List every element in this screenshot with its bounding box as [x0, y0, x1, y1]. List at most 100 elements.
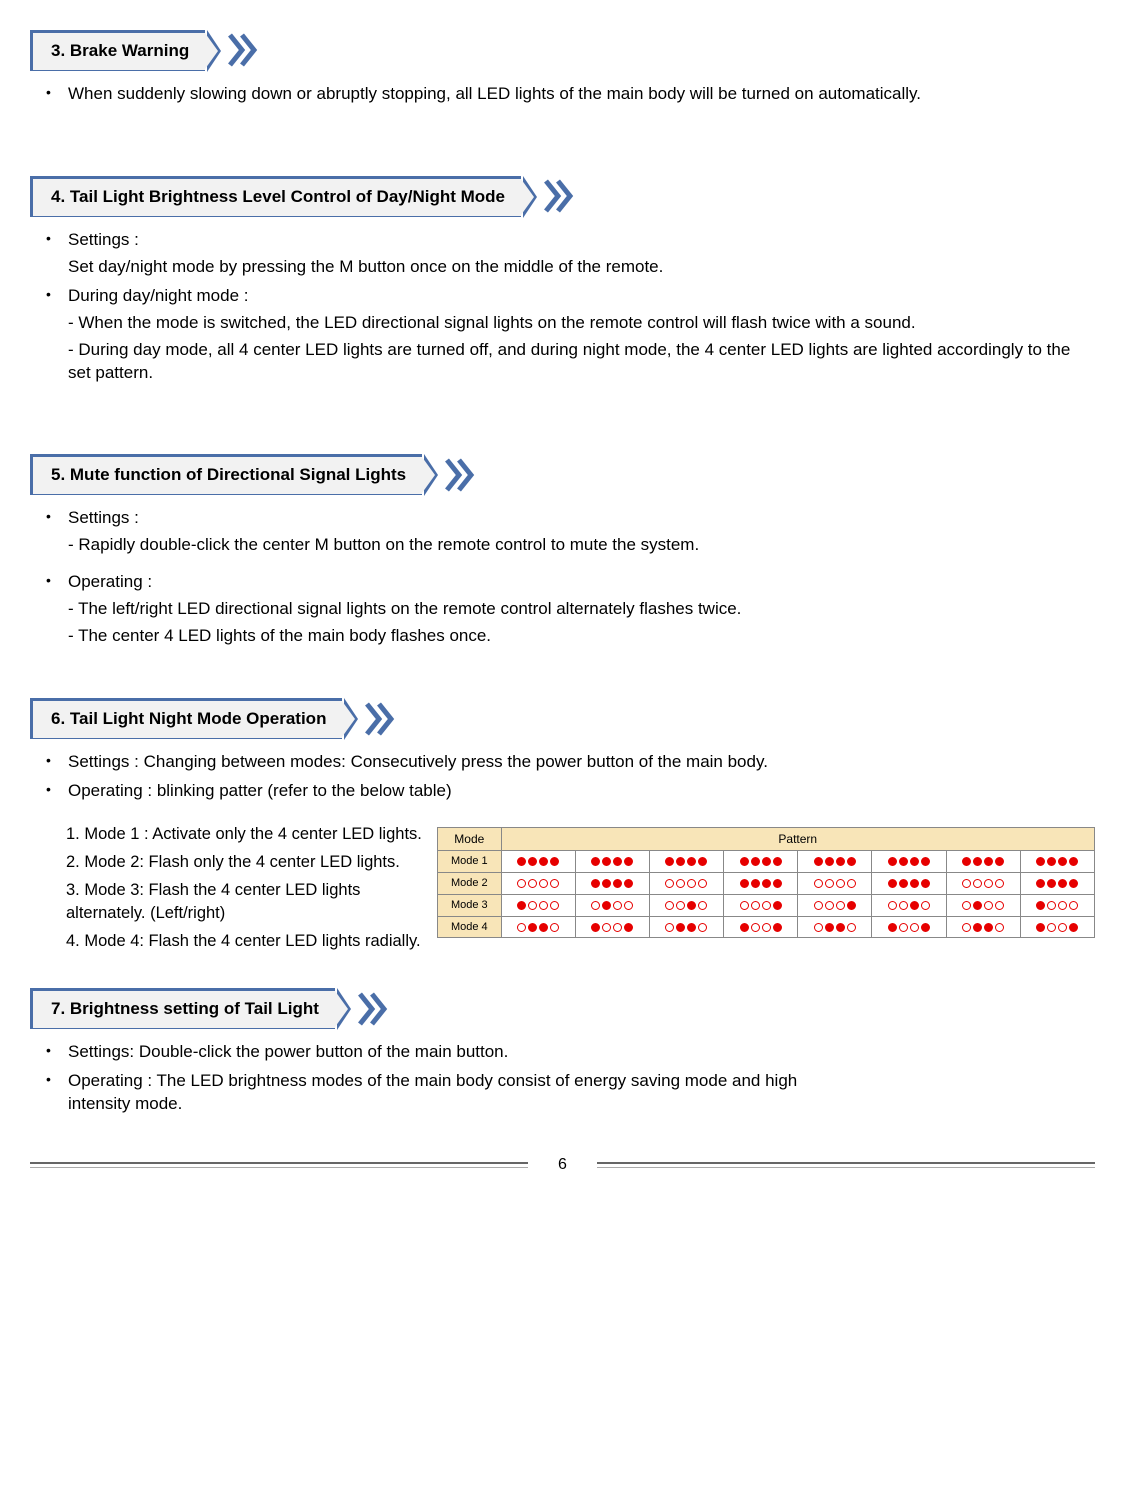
led-on-icon [888, 879, 897, 888]
led-off-icon [888, 901, 897, 910]
led-off-icon [962, 901, 971, 910]
led-on-icon [1036, 857, 1045, 866]
pattern-cell [501, 916, 575, 938]
pattern-cell [575, 894, 649, 916]
section-3-bullets: When suddenly slowing down or abruptly s… [30, 83, 1095, 106]
led-on-icon [847, 857, 856, 866]
led-on-icon [613, 857, 622, 866]
section-6-header: 6. Tail Light Night Mode Operation [30, 698, 1095, 739]
led-off-icon [517, 879, 526, 888]
led-off-icon [836, 901, 845, 910]
pattern-cell [649, 894, 723, 916]
led-on-icon [910, 857, 919, 866]
led-on-icon [517, 901, 526, 910]
led-off-icon [962, 923, 971, 932]
led-on-icon [847, 901, 856, 910]
led-on-icon [676, 857, 685, 866]
pattern-cell [1020, 851, 1094, 873]
led-off-icon [550, 879, 559, 888]
led-off-icon [539, 879, 548, 888]
led-on-icon [773, 923, 782, 932]
pattern-cell [946, 851, 1020, 873]
led-off-icon [665, 879, 674, 888]
led-on-icon [550, 857, 559, 866]
led-on-icon [591, 923, 600, 932]
led-off-icon [528, 901, 537, 910]
led-off-icon [825, 901, 834, 910]
led-off-icon [698, 901, 707, 910]
page-number: 6 [528, 1154, 597, 1176]
led-off-icon [1058, 923, 1067, 932]
led-off-icon [676, 879, 685, 888]
bullet-item: Operating : - The left/right LED directi… [68, 571, 1095, 648]
pattern-cell [649, 872, 723, 894]
section-5-header: 5. Mute function of Directional Signal L… [30, 454, 1095, 495]
led-off-icon [698, 923, 707, 932]
led-on-icon [910, 901, 919, 910]
chevron-icon [357, 991, 393, 1027]
led-off-icon [836, 879, 845, 888]
pattern-cell [649, 916, 723, 938]
led-off-icon [1047, 901, 1056, 910]
led-off-icon [591, 901, 600, 910]
led-on-icon [762, 879, 771, 888]
bullet-text: Operating : blinking patter (refer to th… [68, 780, 1095, 803]
led-on-icon [773, 901, 782, 910]
led-on-icon [984, 857, 993, 866]
bullet-head: Settings : [68, 508, 139, 527]
mode-label: Mode 3 [438, 894, 501, 916]
led-off-icon [995, 879, 1004, 888]
led-on-icon [624, 879, 633, 888]
led-on-icon [1036, 923, 1045, 932]
led-off-icon [847, 879, 856, 888]
led-on-icon [591, 879, 600, 888]
led-on-icon [698, 857, 707, 866]
led-on-icon [1058, 857, 1067, 866]
led-off-icon [762, 901, 771, 910]
bullet-head: During day/night mode : [68, 286, 249, 305]
pattern-cell [1020, 916, 1094, 938]
led-off-icon [762, 923, 771, 932]
led-on-icon [973, 857, 982, 866]
led-off-icon [962, 879, 971, 888]
chevron-icon [364, 701, 400, 737]
pattern-cell [724, 851, 798, 873]
led-off-icon [984, 879, 993, 888]
section-5-bullets: Settings : - Rapidly double-click the ce… [30, 507, 1095, 648]
led-on-icon [899, 857, 908, 866]
led-on-icon [814, 857, 823, 866]
led-on-icon [740, 879, 749, 888]
pattern-cell [872, 894, 946, 916]
pattern-cell [575, 916, 649, 938]
led-off-icon [1058, 901, 1067, 910]
led-on-icon [1069, 857, 1078, 866]
led-on-icon [624, 923, 633, 932]
led-on-icon [740, 923, 749, 932]
led-on-icon [1036, 901, 1045, 910]
pattern-cell [649, 851, 723, 873]
section-7-bullets: Settings: Double-click the power button … [30, 1041, 1095, 1116]
led-on-icon [888, 923, 897, 932]
pattern-table: Mode Pattern Mode 1Mode 2Mode 3Mode 4 [437, 827, 1095, 939]
led-on-icon [921, 923, 930, 932]
led-on-icon [973, 923, 982, 932]
led-on-icon [602, 857, 611, 866]
chevron-icon [227, 32, 263, 68]
led-off-icon [825, 879, 834, 888]
pattern-cell [798, 894, 872, 916]
bullet-head: Operating : [68, 572, 152, 591]
led-off-icon [921, 901, 930, 910]
th-mode: Mode [438, 827, 501, 850]
led-off-icon [814, 901, 823, 910]
section-6-title: 6. Tail Light Night Mode Operation [30, 698, 342, 739]
led-on-icon [921, 857, 930, 866]
pattern-cell [575, 851, 649, 873]
bullet-sub: - Rapidly double-click the center M butt… [68, 534, 1095, 557]
led-on-icon [528, 857, 537, 866]
led-off-icon [814, 879, 823, 888]
section-4-header: 4. Tail Light Brightness Level Control o… [30, 176, 1095, 217]
led-on-icon [1069, 879, 1078, 888]
section-4-title: 4. Tail Light Brightness Level Control o… [30, 176, 521, 217]
section-3-title: 3. Brake Warning [30, 30, 205, 71]
led-on-icon [910, 879, 919, 888]
